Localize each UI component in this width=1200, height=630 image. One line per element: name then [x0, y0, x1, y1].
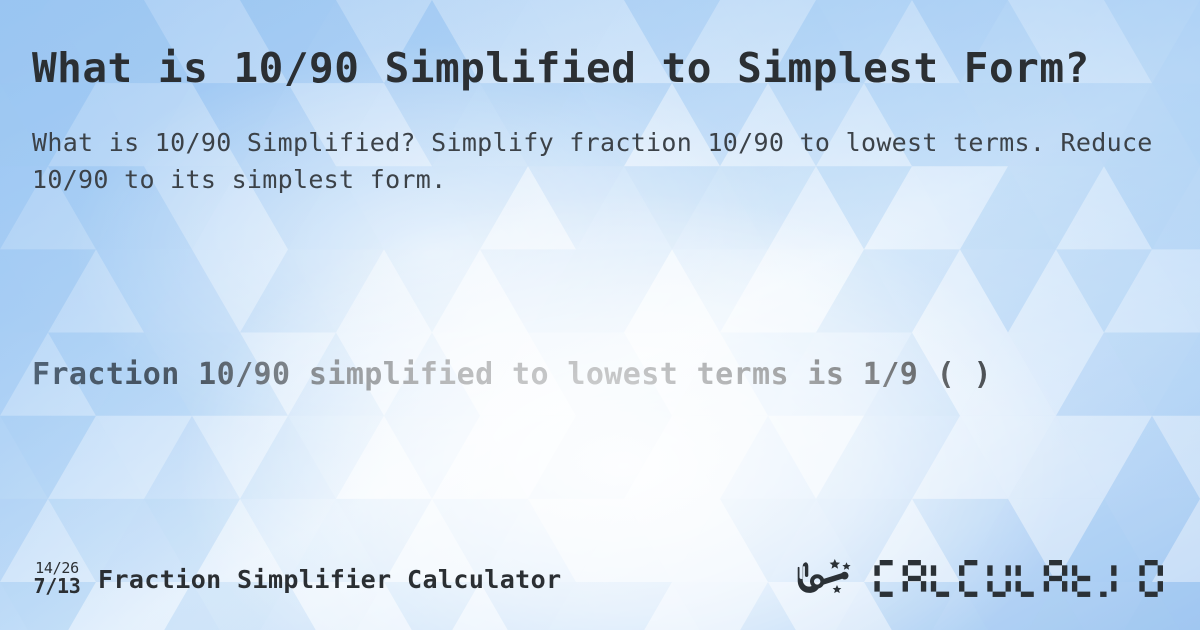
brand-logo[interactable]: CALCULAT.IO: [794, 554, 1178, 604]
fraction-icon-after: 7/13: [33, 574, 81, 599]
brand-wordmark: [874, 559, 1163, 597]
share-card: What is 10/90 Simplified to Simplest For…: [0, 0, 1200, 630]
page-title: What is 10/90 Simplified to Simplest For…: [32, 44, 1090, 92]
fraction-simplify-icon: 14/26 7/13: [30, 560, 84, 599]
card-content: What is 10/90 Simplified to Simplest For…: [0, 0, 1200, 630]
page-description: What is 10/90 Simplified? Simplify fract…: [32, 128, 1153, 195]
card-footer: 14/26 7/13 Fraction Simplifier Calculato…: [0, 538, 1200, 630]
calculator-name: Fraction Simplifier Calculator: [98, 564, 562, 594]
footer-left-group: 14/26 7/13 Fraction Simplifier Calculato…: [30, 560, 562, 599]
magic-wand-hand-icon: [797, 559, 851, 594]
